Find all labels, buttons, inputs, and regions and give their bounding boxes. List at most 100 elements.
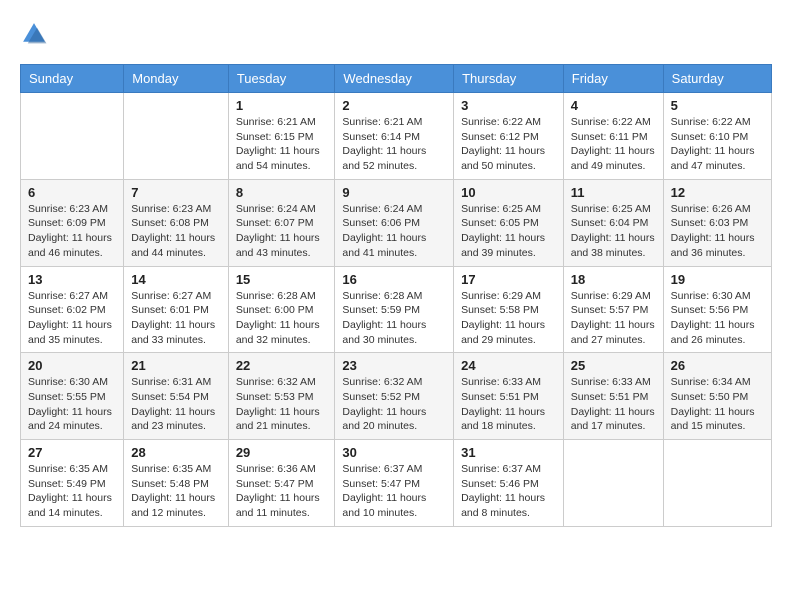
day-info: Sunrise: 6:24 AMSunset: 6:06 PMDaylight:… xyxy=(342,202,446,261)
day-info: Sunrise: 6:24 AMSunset: 6:07 PMDaylight:… xyxy=(236,202,328,261)
day-info: Sunrise: 6:21 AMSunset: 6:15 PMDaylight:… xyxy=(236,115,328,174)
calendar-table: SundayMondayTuesdayWednesdayThursdayFrid… xyxy=(20,64,772,527)
day-number: 7 xyxy=(131,185,221,200)
day-number: 2 xyxy=(342,98,446,113)
calendar-week-row: 27 Sunrise: 6:35 AMSunset: 5:49 PMDayligh… xyxy=(21,440,772,527)
day-info: Sunrise: 6:37 AMSunset: 5:46 PMDaylight:… xyxy=(461,462,556,521)
day-number: 27 xyxy=(28,445,116,460)
calendar-cell: 13 Sunrise: 6:27 AMSunset: 6:02 PMDayligh… xyxy=(21,266,124,353)
calendar-cell: 22Sunrise: 6:32 AMSunset: 5:53 PMDayligh… xyxy=(228,353,335,440)
calendar-cell: 28Sunrise: 6:35 AMSunset: 5:48 PMDayligh… xyxy=(124,440,229,527)
calendar-cell: 18Sunrise: 6:29 AMSunset: 5:57 PMDayligh… xyxy=(563,266,663,353)
calendar-cell: 31 Sunrise: 6:37 AMSunset: 5:46 PMDayligh… xyxy=(454,440,564,527)
day-number: 21 xyxy=(131,358,221,373)
day-info: Sunrise: 6:27 AMSunset: 6:01 PMDaylight:… xyxy=(131,289,221,348)
day-info: Sunrise: 6:23 AMSunset: 6:09 PMDaylight:… xyxy=(28,202,116,261)
calendar-cell xyxy=(124,93,229,180)
calendar-week-row: 6Sunrise: 6:23 AMSunset: 6:09 PMDaylight… xyxy=(21,179,772,266)
logo-icon xyxy=(20,20,48,48)
day-info: Sunrise: 6:28 AMSunset: 5:59 PMDaylight:… xyxy=(342,289,446,348)
day-number: 3 xyxy=(461,98,556,113)
calendar-cell: 11 Sunrise: 6:25 AMSunset: 6:04 PMDayligh… xyxy=(563,179,663,266)
day-info: Sunrise: 6:32 AMSunset: 5:52 PMDaylight:… xyxy=(342,375,446,434)
day-info: Sunrise: 6:21 AMSunset: 6:14 PMDaylight:… xyxy=(342,115,446,174)
day-info: Sunrise: 6:25 AMSunset: 6:05 PMDaylight:… xyxy=(461,202,556,261)
calendar-cell: 27 Sunrise: 6:35 AMSunset: 5:49 PMDayligh… xyxy=(21,440,124,527)
day-info: Sunrise: 6:34 AMSunset: 5:50 PMDaylight:… xyxy=(671,375,764,434)
day-number: 25 xyxy=(571,358,656,373)
day-info: Sunrise: 6:22 AMSunset: 6:11 PMDaylight:… xyxy=(571,115,656,174)
day-number: 15 xyxy=(236,272,328,287)
day-header-thursday: Thursday xyxy=(454,65,564,93)
calendar-cell: 14 Sunrise: 6:27 AMSunset: 6:01 PMDayligh… xyxy=(124,266,229,353)
day-number: 5 xyxy=(671,98,764,113)
day-number: 29 xyxy=(236,445,328,460)
calendar-cell: 23 Sunrise: 6:32 AMSunset: 5:52 PMDayligh… xyxy=(335,353,454,440)
day-number: 12 xyxy=(671,185,764,200)
day-info: Sunrise: 6:28 AMSunset: 6:00 PMDaylight:… xyxy=(236,289,328,348)
calendar-cell: 15 Sunrise: 6:28 AMSunset: 6:00 PMDayligh… xyxy=(228,266,335,353)
day-info: Sunrise: 6:27 AMSunset: 6:02 PMDaylight:… xyxy=(28,289,116,348)
day-number: 19 xyxy=(671,272,764,287)
calendar-cell xyxy=(663,440,771,527)
day-info: Sunrise: 6:22 AMSunset: 6:12 PMDaylight:… xyxy=(461,115,556,174)
calendar-cell: 8 Sunrise: 6:24 AMSunset: 6:07 PMDaylight… xyxy=(228,179,335,266)
calendar-cell: 21 Sunrise: 6:31 AMSunset: 5:54 PMDayligh… xyxy=(124,353,229,440)
day-info: Sunrise: 6:31 AMSunset: 5:54 PMDaylight:… xyxy=(131,375,221,434)
calendar-cell: 24Sunrise: 6:33 AMSunset: 5:51 PMDayligh… xyxy=(454,353,564,440)
calendar-cell: 2 Sunrise: 6:21 AMSunset: 6:14 PMDaylight… xyxy=(335,93,454,180)
day-info: Sunrise: 6:23 AMSunset: 6:08 PMDaylight:… xyxy=(131,202,221,261)
day-number: 10 xyxy=(461,185,556,200)
day-number: 8 xyxy=(236,185,328,200)
calendar-cell: 16 Sunrise: 6:28 AMSunset: 5:59 PMDayligh… xyxy=(335,266,454,353)
day-info: Sunrise: 6:29 AMSunset: 5:58 PMDaylight:… xyxy=(461,289,556,348)
day-number: 13 xyxy=(28,272,116,287)
calendar-cell: 3 Sunrise: 6:22 AMSunset: 6:12 PMDaylight… xyxy=(454,93,564,180)
calendar-week-row: 20 Sunrise: 6:30 AMSunset: 5:55 PMDayligh… xyxy=(21,353,772,440)
day-info: Sunrise: 6:29 AMSunset: 5:57 PMDaylight:… xyxy=(571,289,656,348)
day-number: 26 xyxy=(671,358,764,373)
calendar-cell: 26 Sunrise: 6:34 AMSunset: 5:50 PMDayligh… xyxy=(663,353,771,440)
day-number: 4 xyxy=(571,98,656,113)
day-info: Sunrise: 6:26 AMSunset: 6:03 PMDaylight:… xyxy=(671,202,764,261)
day-number: 9 xyxy=(342,185,446,200)
day-header-friday: Friday xyxy=(563,65,663,93)
day-number: 16 xyxy=(342,272,446,287)
day-number: 28 xyxy=(131,445,221,460)
calendar-cell: 9 Sunrise: 6:24 AMSunset: 6:06 PMDaylight… xyxy=(335,179,454,266)
calendar-cell xyxy=(21,93,124,180)
day-number: 23 xyxy=(342,358,446,373)
day-info: Sunrise: 6:25 AMSunset: 6:04 PMDaylight:… xyxy=(571,202,656,261)
calendar-cell xyxy=(563,440,663,527)
calendar-cell: 4 Sunrise: 6:22 AMSunset: 6:11 PMDaylight… xyxy=(563,93,663,180)
calendar-week-row: 13 Sunrise: 6:27 AMSunset: 6:02 PMDayligh… xyxy=(21,266,772,353)
day-number: 17 xyxy=(461,272,556,287)
calendar-week-row: 1 Sunrise: 6:21 AMSunset: 6:15 PMDaylight… xyxy=(21,93,772,180)
day-header-tuesday: Tuesday xyxy=(228,65,335,93)
logo xyxy=(20,20,52,48)
page-header xyxy=(20,20,772,48)
day-number: 31 xyxy=(461,445,556,460)
calendar-cell: 25 Sunrise: 6:33 AMSunset: 5:51 PMDayligh… xyxy=(563,353,663,440)
day-number: 1 xyxy=(236,98,328,113)
calendar-cell: 19 Sunrise: 6:30 AMSunset: 5:56 PMDayligh… xyxy=(663,266,771,353)
day-info: Sunrise: 6:33 AMSunset: 5:51 PMDaylight:… xyxy=(571,375,656,434)
day-info: Sunrise: 6:36 AMSunset: 5:47 PMDaylight:… xyxy=(236,462,328,521)
day-number: 20 xyxy=(28,358,116,373)
day-header-saturday: Saturday xyxy=(663,65,771,93)
calendar-cell: 1 Sunrise: 6:21 AMSunset: 6:15 PMDaylight… xyxy=(228,93,335,180)
calendar-cell: 6Sunrise: 6:23 AMSunset: 6:09 PMDaylight… xyxy=(21,179,124,266)
day-info: Sunrise: 6:30 AMSunset: 5:55 PMDaylight:… xyxy=(28,375,116,434)
calendar-cell: 10 Sunrise: 6:25 AMSunset: 6:05 PMDayligh… xyxy=(454,179,564,266)
calendar-cell: 30Sunrise: 6:37 AMSunset: 5:47 PMDayligh… xyxy=(335,440,454,527)
day-number: 30 xyxy=(342,445,446,460)
calendar-cell: 29 Sunrise: 6:36 AMSunset: 5:47 PMDayligh… xyxy=(228,440,335,527)
day-number: 14 xyxy=(131,272,221,287)
day-number: 11 xyxy=(571,185,656,200)
calendar-cell: 7 Sunrise: 6:23 AMSunset: 6:08 PMDaylight… xyxy=(124,179,229,266)
day-info: Sunrise: 6:30 AMSunset: 5:56 PMDaylight:… xyxy=(671,289,764,348)
day-info: Sunrise: 6:35 AMSunset: 5:49 PMDaylight:… xyxy=(28,462,116,521)
day-info: Sunrise: 6:22 AMSunset: 6:10 PMDaylight:… xyxy=(671,115,764,174)
day-info: Sunrise: 6:32 AMSunset: 5:53 PMDaylight:… xyxy=(236,375,328,434)
day-header-monday: Monday xyxy=(124,65,229,93)
